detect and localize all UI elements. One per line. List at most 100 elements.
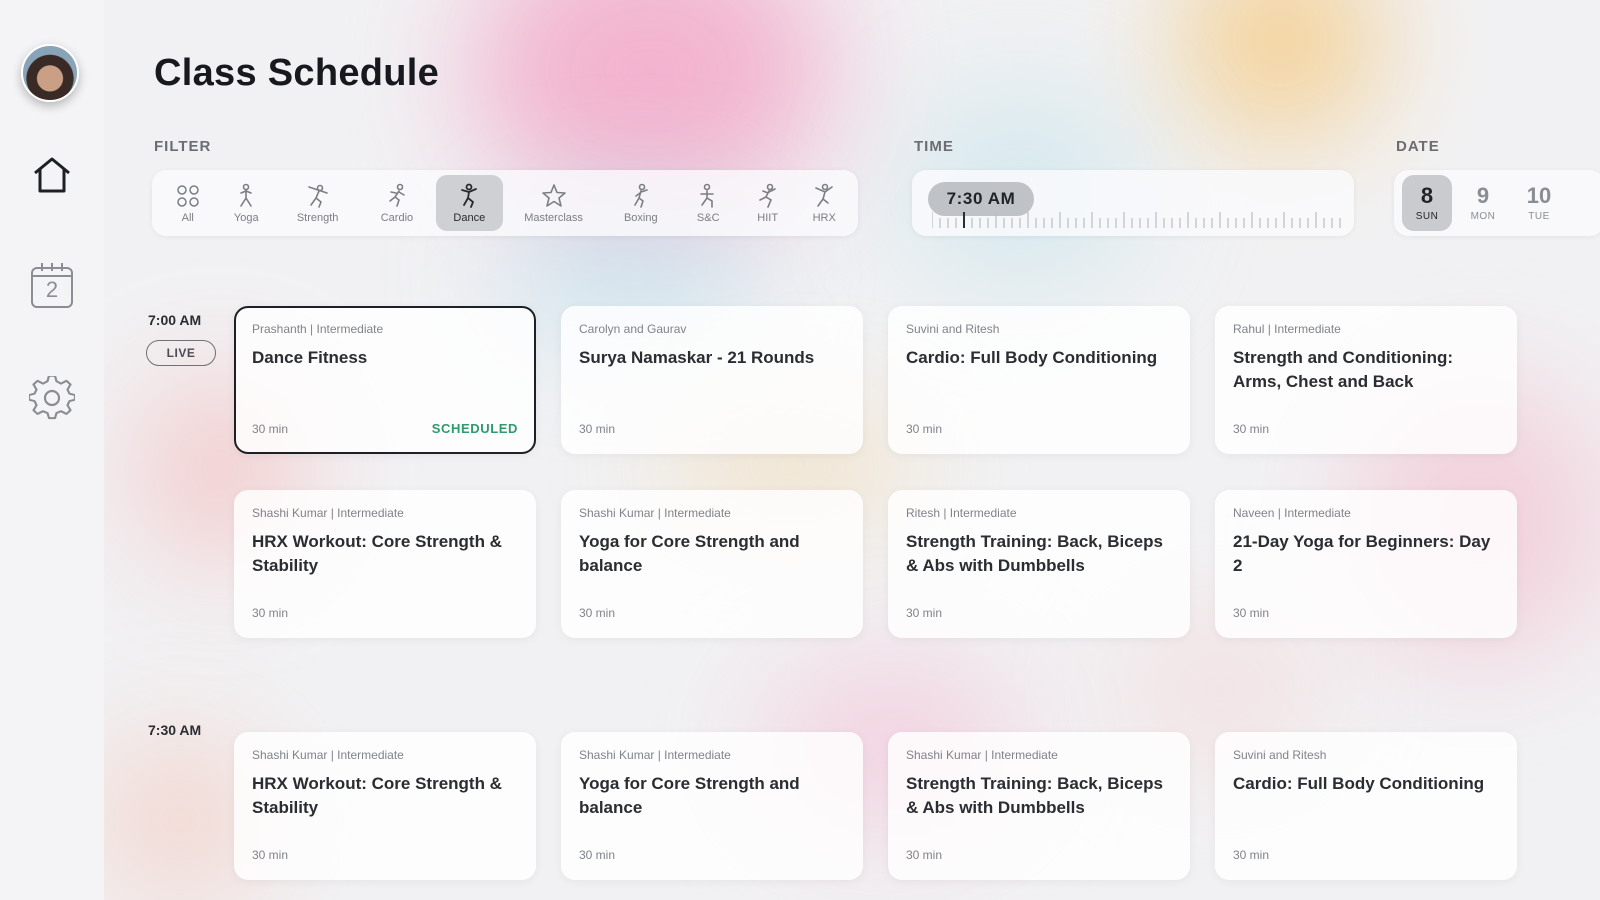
date-picker: 8 SUN 9 MON 10 TUE bbox=[1394, 170, 1600, 236]
class-instructor-level: Ritesh | Intermediate bbox=[906, 506, 1017, 520]
date-chip-9[interactable]: 9 MON bbox=[1458, 175, 1508, 231]
class-instructor-level: Shashi Kumar | Intermediate bbox=[906, 748, 1058, 762]
class-title: Yoga for Core Strength and balance bbox=[579, 532, 800, 575]
filter-chip-label: Cardio bbox=[380, 211, 414, 224]
time-ticks bbox=[932, 212, 1341, 228]
class-duration: 30 min bbox=[579, 606, 616, 620]
strength-icon bbox=[307, 184, 328, 208]
class-grid-slot-2: Shashi Kumar | Intermediate HRX Workout:… bbox=[234, 732, 1518, 880]
class-duration: 30 min bbox=[1233, 848, 1270, 862]
class-instructor-level: Suvini and Ritesh bbox=[906, 322, 1000, 336]
scheduled-status: SCHEDULED bbox=[431, 421, 518, 436]
class-duration: 30 min bbox=[252, 422, 289, 436]
date-number: 8 bbox=[1420, 183, 1434, 208]
filter-chip-label: HRX bbox=[812, 211, 836, 224]
filter-chip-all[interactable]: All bbox=[160, 175, 216, 231]
filter-chip-sc[interactable]: S&C bbox=[679, 175, 736, 231]
dance-icon bbox=[461, 183, 478, 208]
cardio-icon bbox=[389, 183, 405, 207]
class-instructor-level: Suvini and Ritesh bbox=[1233, 748, 1327, 762]
filter-chip-hrx[interactable]: HRX bbox=[798, 175, 850, 231]
date-chip-10[interactable]: 10 TUE bbox=[1514, 175, 1564, 231]
filter-chip-label: All bbox=[181, 211, 194, 224]
live-badge: LIVE bbox=[146, 340, 216, 366]
class-title: HRX Workout: Core Strength & Stability bbox=[252, 774, 502, 817]
class-card[interactable]: Shashi Kumar | Intermediate Yoga for Cor… bbox=[561, 732, 863, 880]
class-title: Surya Namaskar - 21 Rounds bbox=[579, 348, 815, 367]
hrx-icon bbox=[815, 183, 834, 207]
slot-time-label: 7:30 AM bbox=[148, 722, 202, 738]
time-scrubber[interactable]: 7:30 AM bbox=[912, 170, 1354, 236]
class-instructor-level: Prashanth | Intermediate bbox=[252, 322, 384, 336]
class-card[interactable]: Shashi Kumar | Intermediate HRX Workout:… bbox=[234, 732, 536, 880]
class-card[interactable]: Naveen | Intermediate 21-Day Yoga for Be… bbox=[1215, 490, 1517, 638]
date-chip-8[interactable]: 8 SUN bbox=[1402, 175, 1452, 231]
class-instructor-level: Carolyn and Gaurav bbox=[579, 322, 687, 336]
date-label: DATE bbox=[1396, 138, 1440, 155]
class-title: Cardio: Full Body Conditioning bbox=[906, 348, 1158, 367]
class-duration: 30 min bbox=[579, 422, 616, 436]
class-card[interactable]: Rahul | Intermediate Strength and Condit… bbox=[1215, 306, 1517, 454]
home-icon[interactable] bbox=[27, 150, 77, 200]
class-title: Yoga for Core Strength and balance bbox=[579, 774, 800, 817]
class-instructor-level: Shashi Kumar | Intermediate bbox=[579, 748, 731, 762]
grid-icon bbox=[177, 184, 199, 207]
filter-chip-boxing[interactable]: Boxing bbox=[604, 175, 677, 231]
class-duration: 30 min bbox=[1233, 422, 1270, 436]
class-duration: 30 min bbox=[906, 848, 943, 862]
class-card[interactable]: Shashi Kumar | Intermediate Yoga for Cor… bbox=[561, 490, 863, 638]
filter-chip-label: Boxing bbox=[623, 211, 658, 224]
filter-bar: All Yoga Strength Cardio Dance Mastercla… bbox=[152, 170, 858, 236]
date-number: 9 bbox=[1476, 183, 1490, 208]
class-instructor-level: Shashi Kumar | Intermediate bbox=[252, 748, 404, 762]
filter-chip-masterclass[interactable]: Masterclass bbox=[505, 175, 602, 231]
star-icon bbox=[541, 183, 566, 207]
class-title: Strength and Conditioning: Arms, Chest a… bbox=[1233, 348, 1454, 391]
filter-chip-yoga[interactable]: Yoga bbox=[218, 175, 275, 231]
filter-chip-label: Yoga bbox=[233, 211, 259, 224]
calendar-day-number: 2 bbox=[45, 277, 59, 302]
class-card[interactable]: Suvini and Ritesh Cardio: Full Body Cond… bbox=[1215, 732, 1517, 880]
class-instructor-level: Shashi Kumar | Intermediate bbox=[579, 506, 731, 520]
class-instructor-level: Rahul | Intermediate bbox=[1233, 322, 1341, 336]
class-title: Strength Training: Back, Biceps & Abs wi… bbox=[906, 774, 1163, 817]
page-title: Class Schedule bbox=[154, 52, 440, 94]
class-card[interactable]: Shashi Kumar | Intermediate Strength Tra… bbox=[888, 732, 1190, 880]
class-card[interactable]: Suvini and Ritesh Cardio: Full Body Cond… bbox=[888, 306, 1190, 454]
class-duration: 30 min bbox=[252, 848, 289, 862]
date-number: 10 bbox=[1526, 183, 1552, 208]
filter-chip-dance[interactable]: Dance bbox=[435, 175, 503, 231]
date-weekday: SUN bbox=[1415, 211, 1439, 222]
slot-time-label: 7:00 AM bbox=[148, 312, 202, 328]
filter-chip-hiit[interactable]: HIIT bbox=[739, 175, 796, 231]
class-duration: 30 min bbox=[252, 606, 289, 620]
user-avatar[interactable] bbox=[21, 44, 79, 102]
class-instructor-level: Shashi Kumar | Intermediate bbox=[252, 506, 404, 520]
class-duration: 30 min bbox=[906, 422, 943, 436]
date-weekday: TUE bbox=[1528, 211, 1550, 222]
class-card[interactable]: Ritesh | Intermediate Strength Training:… bbox=[888, 490, 1190, 638]
settings-icon[interactable] bbox=[27, 374, 77, 424]
boxing-icon bbox=[633, 183, 648, 208]
filter-chip-label: Dance bbox=[453, 211, 486, 224]
hiit-icon bbox=[758, 183, 776, 208]
class-card[interactable]: Shashi Kumar | Intermediate HRX Workout:… bbox=[234, 490, 536, 638]
class-card[interactable]: Carolyn and Gaurav Surya Namaskar - 21 R… bbox=[561, 306, 863, 454]
filter-label: FILTER bbox=[154, 138, 212, 155]
class-card[interactable]: Prashanth | Intermediate Dance Fitness 3… bbox=[234, 306, 536, 454]
date-weekday: MON bbox=[1470, 211, 1496, 222]
yoga-icon bbox=[240, 183, 253, 207]
class-title: HRX Workout: Core Strength & Stability bbox=[252, 532, 502, 575]
class-title: Cardio: Full Body Conditioning bbox=[1233, 774, 1485, 793]
sc-icon bbox=[700, 183, 715, 208]
class-title: Strength Training: Back, Biceps & Abs wi… bbox=[906, 532, 1163, 575]
filter-chip-label: Masterclass bbox=[524, 211, 583, 224]
filter-chip-label: HIIT bbox=[757, 211, 779, 224]
filter-chip-strength[interactable]: Strength bbox=[277, 175, 358, 231]
filter-chip-label: Strength bbox=[296, 211, 339, 224]
class-duration: 30 min bbox=[906, 606, 943, 620]
filter-chip-cardio[interactable]: Cardio bbox=[360, 175, 433, 231]
time-label: TIME bbox=[914, 138, 954, 155]
calendar-icon[interactable]: 2 bbox=[27, 260, 77, 310]
class-title: Dance Fitness bbox=[252, 348, 368, 367]
